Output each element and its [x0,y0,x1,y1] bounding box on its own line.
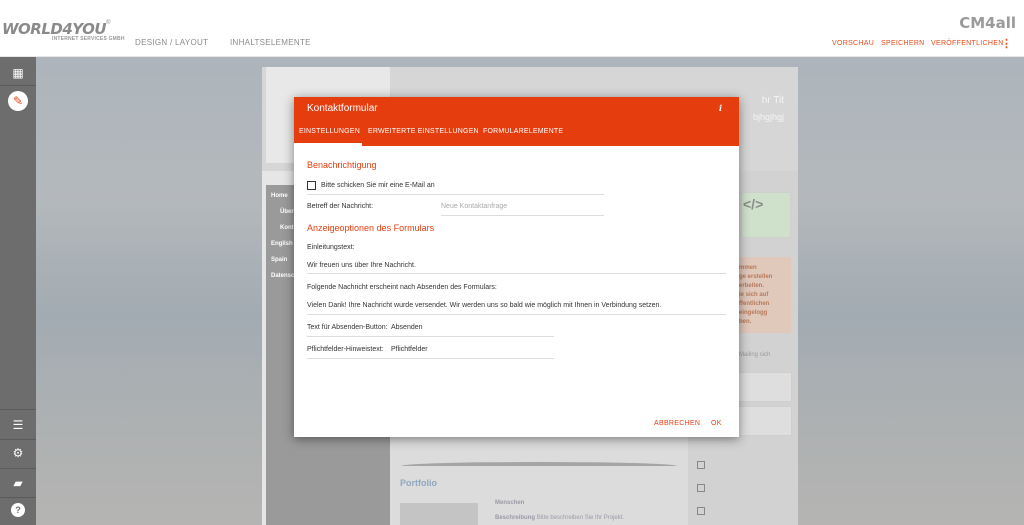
divider [307,194,604,195]
code-icon: </> [743,196,764,212]
help-icon[interactable]: ? [11,503,25,517]
warning-line: ffentlichen [739,301,770,307]
divider [0,497,36,498]
divider [0,439,36,440]
divider [0,468,36,469]
left-toolbar: ▦ ✎ ☰ ⚙ ▰ ? [0,57,36,525]
tab-formularelemente[interactable]: FORMULARELEMENTE [483,128,563,135]
wave-divider [401,462,677,470]
preview-button[interactable]: VORSCHAU [832,40,874,47]
tab-erweiterte-einstellungen[interactable]: ERWEITERTE EINSTELLUNGEN [368,128,479,135]
section-benachrichtigung: Benachrichtigung [307,160,377,170]
dashboard-icon[interactable]: ▦ [8,63,28,83]
portfolio-item-desc: Beschreibung Bitte beschreiben Sie Ihr P… [495,515,624,521]
info-icon[interactable]: i [719,103,722,113]
email-notify-label: Bitte schicken Sie mir eine E-Mail an [321,182,435,189]
warning-line: ie sich auf [739,292,769,298]
copy-icon [697,461,705,469]
intro-input-underline [307,273,726,274]
cm4all-logo: CM4all [959,14,1016,32]
after-submit-underline [307,314,726,315]
divider [0,85,36,86]
tab-inhaltselemente[interactable]: INHALTSELEMENTE [230,38,311,47]
subject-input[interactable]: Neue Kontaktanfrage [441,203,507,210]
warning-line: eingelogg [739,310,768,316]
cancel-button[interactable]: ABBRECHEN [654,420,700,427]
ok-button[interactable]: OK [711,420,722,427]
portfolio-desc-label: Beschreibung [495,515,536,521]
tab-design-layout[interactable]: DESIGN / LAYOUT [135,38,208,47]
subject-label: Betreff der Nachricht: [307,203,374,210]
copy-icon [697,507,705,515]
nav-item-datenschutz[interactable]: Datensc [271,273,294,279]
warning-line: mmen [739,265,757,271]
nav-item-home[interactable]: Home [271,193,288,199]
warning-line: erbeiten. [739,283,765,289]
chat-icon[interactable]: ▰ [8,473,28,493]
portfolio-desc-text: Bitte beschreiben Sie Ihr Projekt. [536,515,625,521]
submit-button-text-label: Text für Absenden-Button: [307,324,388,331]
required-input-underline [307,358,554,359]
warning-line: ben. [739,319,752,325]
warning-line: ge erstellen [739,274,773,280]
site-hero-subtitle: bjhgjhgj [752,112,784,122]
save-button[interactable]: SPEICHERN [881,40,925,47]
portfolio-image [400,503,478,525]
dialog-header: Kontaktformular i EINSTELLUNGEN ERWEITER… [294,97,739,146]
brand-logo[interactable]: WORLD4YOU® INTERNET SERVICES GMBH [2,20,124,42]
copy-icon [697,484,705,492]
logo-subtitle: INTERNET SERVICES GMBH [52,36,125,42]
sort-icon[interactable]: ☰ [8,415,28,435]
portfolio-heading: Portfolio [400,478,437,488]
settings-icon[interactable]: ⚙ [8,443,28,463]
dialog-title: Kontaktformular [307,103,378,114]
intro-text-label: Einleitungstext: [307,244,355,251]
active-tab-indicator [294,143,362,146]
intro-text-input[interactable]: Wir freuen uns über Ihre Nachricht. [307,262,416,269]
divider [0,409,36,410]
subject-input-underline [441,215,604,216]
required-hint-label: Pflichtfelder-Hinweistext: [307,346,384,353]
tab-einstellungen[interactable]: EINSTELLUNGEN [299,128,360,135]
nav-item-kontakt[interactable]: Kont [280,225,294,231]
publish-button[interactable]: VERÖFFENTLICHEN [931,40,1004,47]
nav-item-spain[interactable]: Spain [271,257,287,263]
nav-item-english[interactable]: English [271,241,293,247]
side-mailing-text: Mailing sich [739,352,771,358]
brush-icon[interactable]: ✎ [8,91,28,111]
after-submit-input[interactable]: Vielen Dank! Ihre Nachricht wurde versen… [307,302,661,309]
required-hint-input[interactable]: Pflichtfelder [391,346,428,353]
email-notify-checkbox[interactable] [307,181,316,190]
more-menu-icon[interactable]: ⋮ [1001,37,1012,50]
portfolio-item-title: Menschen [495,500,525,506]
submit-input-underline [307,336,554,337]
section-anzeigeoptionen: Anzeigeoptionen des Formulars [307,223,435,233]
site-hero-title: hr Tit [761,95,784,106]
contact-form-dialog: Kontaktformular i EINSTELLUNGEN ERWEITER… [294,97,739,437]
nav-item-uber[interactable]: Über [280,209,294,215]
submit-button-text-input[interactable]: Absenden [391,324,423,331]
top-bar: WORLD4YOU® INTERNET SERVICES GMBH DESIGN… [0,0,1024,57]
after-submit-label: Folgende Nachricht erscheint nach Absend… [307,284,497,291]
